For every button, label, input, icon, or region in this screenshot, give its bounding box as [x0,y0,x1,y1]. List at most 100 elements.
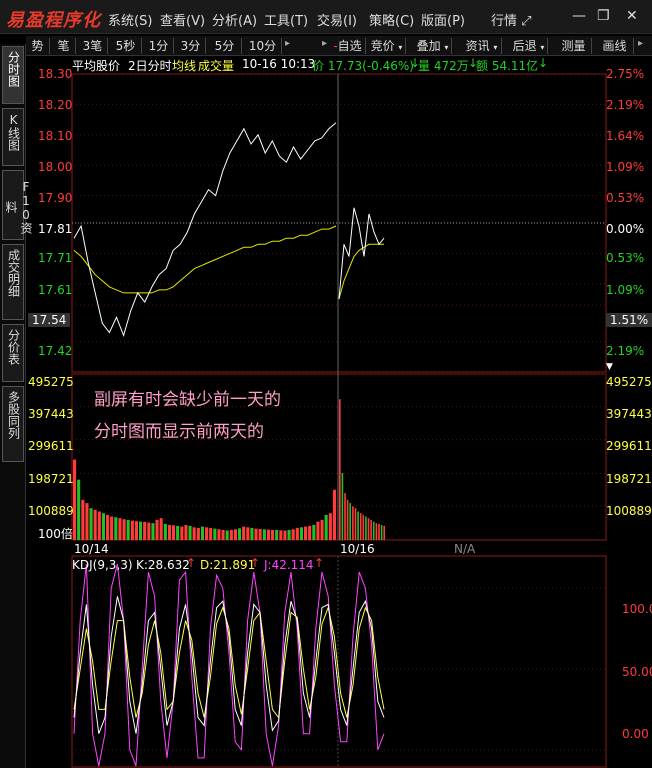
price-tick: 17.61 [38,283,73,297]
period-5min[interactable]: 5分 [208,38,242,54]
vol-tick-right: 299611 [606,439,652,453]
day2-volume-bar [375,523,378,540]
day1-volume-bar [217,529,221,540]
day1-volume-bar [167,524,171,540]
day1-volume-bar [89,508,93,540]
day1-volume-bar [110,516,114,540]
toolbar-more-icon[interactable]: ▸ [322,38,327,49]
period-1min[interactable]: 1分 [144,38,174,54]
header-volume-label: 成交量 [198,59,235,73]
kdj-title: KDJ(9,3,3) [72,558,133,572]
price-tick: 17.71 [38,251,73,265]
day1-volume-bar [163,523,167,540]
day2-avg-line [338,243,384,300]
period-trend[interactable]: 势 [26,38,50,54]
day1-volume-bar [134,521,138,540]
vol-tick-right: 397443 [606,407,652,421]
menu-layout[interactable]: 版面(P) [421,10,465,29]
up-arrow-icon: ↑ [250,556,261,570]
dropdown-icon: ▾ [493,43,498,52]
dropdown-icon: ▾ [540,43,545,52]
day1-volume-bar [77,479,81,540]
news-label: 资讯 [465,39,490,53]
period-10min[interactable]: 10分 [244,38,282,54]
day1-avg-line [73,225,337,294]
day1-volume-bar [93,509,97,540]
day1-volume-bar [143,521,147,540]
period-3stroke[interactable]: 3笔 [78,38,108,54]
day2-price-line [338,207,385,300]
menu-trade[interactable]: 交易(I) [317,10,357,29]
header-volume: 量 472万 [418,59,469,73]
chart-area[interactable]: 平均股价 2日分时 均线 成交量 10-16 10:13 价 17.73(-0.… [26,56,652,768]
auction-label: 竞价 [370,39,395,53]
day1-volume-bar [139,521,143,540]
menu-analysis[interactable]: 分析(A) [212,10,257,29]
day1-volume-bar [258,528,262,540]
tab-trade-detail-label: 成交明细 [6,249,21,297]
dropdown-icon: ▾ [444,43,449,52]
news-button[interactable]: 资讯 ▾ [462,38,502,54]
overlay-button[interactable]: 叠加 ▾ [414,38,452,54]
menu-tools[interactable]: 工具(T) [264,10,308,29]
pct-tick: 0.53% [606,191,645,205]
day2-volume-bar [372,521,375,540]
day2-volume-bar [359,513,362,540]
day1-volume-bar [287,529,291,540]
header-ma: 均线 [172,59,197,73]
day2-volume-bar [339,399,341,540]
add-watchlist-label: 自选 [337,39,362,53]
annotation-text: 副屏有时会缺少前一天的 分时图而显示前两天的 [94,384,281,448]
day1-volume-bar [209,527,213,540]
measure-button[interactable]: 测量 [556,38,592,54]
tab-intraday[interactable]: 分时图 [2,46,24,104]
day1-volume-bar [299,527,303,540]
add-watchlist-button[interactable]: -自选 [330,38,366,54]
day1-volume-bar [312,524,316,540]
day1-volume-bar [159,518,163,540]
tab-kline[interactable]: K线图 [2,108,24,166]
minimize-icon[interactable]: — [572,8,586,24]
restore-icon[interactable]: ❐ [597,8,610,24]
pct-tick: 1.09% [606,283,645,297]
tab-multi-stock[interactable]: 多股同列 [2,386,24,462]
market-menu[interactable]: 行情 ⤢ [491,10,532,29]
day2-volume-bar [383,525,385,540]
back-button[interactable]: 后退 ▾ [510,38,548,54]
day1-volume-bar [118,518,122,540]
tab-trade-detail[interactable]: 成交明细 [2,244,24,320]
vol-tick: 100889 [28,504,74,518]
day1-volume-bar [122,519,126,540]
up-arrow-icon: ↑ [186,556,197,570]
period-5s[interactable]: 5秒 [110,38,142,54]
day2-volume-bar [349,503,351,540]
day1-volume-bar [176,525,180,540]
day1-volume-bar [180,526,184,540]
day1-volume-bar [328,513,332,540]
auction-button[interactable]: 竞价 ▾ [368,38,406,54]
day1-volume-bar [184,524,188,540]
scroll-right-icon[interactable]: ▸ [285,38,290,49]
header-2day[interactable]: 2日分时 [128,57,172,74]
menu-view[interactable]: 查看(V) [160,10,205,29]
annotation-line: 分时图而显示前两天的 [94,422,264,442]
day1-volume-bar [332,489,336,540]
day1-volume-bar [205,527,209,540]
vol-tick-right: 198721 [606,472,652,486]
close-icon[interactable]: ✕ [626,8,638,24]
draw-line-button[interactable]: 画线 [596,38,634,54]
period-stroke[interactable]: 笔 [52,38,76,54]
toolbar-more-icon[interactable]: ▸ [638,38,643,49]
day1-volume-bar [188,525,192,540]
menu-strategy[interactable]: 策略(C) [369,10,414,29]
maximize-icon: ⤢ [521,14,532,29]
tab-price-table[interactable]: 分价表 [2,324,24,382]
period-3min[interactable]: 3分 [176,38,206,54]
price-tick: 17.81 [38,222,73,236]
tab-f10[interactable]: F10资料 [2,170,33,240]
menu-system[interactable]: 系统(S) [108,10,152,29]
day1-volume-bar [200,526,204,540]
day1-volume-bar [196,527,200,540]
day2-volume-bar [380,524,383,540]
price-tick: 18.30 [38,67,73,81]
